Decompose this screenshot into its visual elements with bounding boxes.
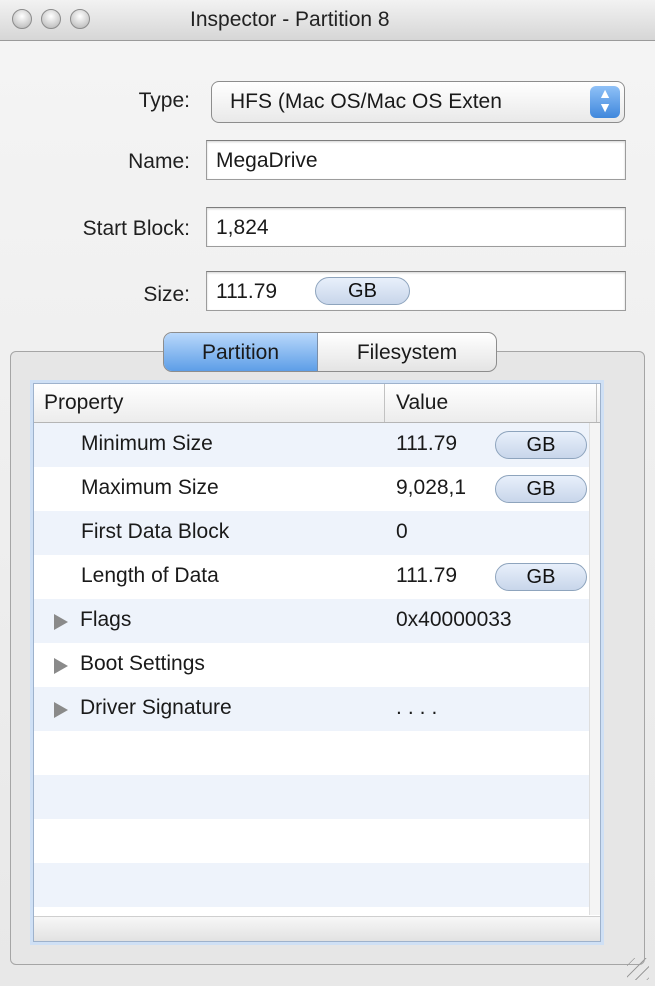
table-row[interactable]: First Data Block 0 <box>34 511 600 555</box>
table-row[interactable]: Maximum Size 9,028,1 GB <box>34 467 600 511</box>
table-row[interactable]: Length of Data 111.79 GB <box>34 555 600 599</box>
start-block-label: Start Block: <box>82 217 190 240</box>
empty-row <box>34 731 600 775</box>
empty-row <box>34 863 600 907</box>
table-row[interactable]: Flags 0x40000033 <box>34 599 600 643</box>
column-divider[interactable] <box>596 384 597 422</box>
minimize-button-icon[interactable] <box>41 9 61 29</box>
name-field[interactable]: MegaDrive <box>206 140 626 180</box>
start-block-field[interactable]: 1,824 <box>206 207 626 247</box>
empty-row <box>34 819 600 863</box>
unit-button[interactable]: GB <box>495 431 587 459</box>
unit-button[interactable]: GB <box>495 475 587 503</box>
disclosure-triangle-icon[interactable] <box>54 614 68 630</box>
type-label: Type: <box>138 89 190 112</box>
disclosure-triangle-icon[interactable] <box>54 702 68 718</box>
unit-button[interactable]: GB <box>495 563 587 591</box>
value-cell: 9,028,1 <box>396 476 467 499</box>
column-header-property[interactable]: Property <box>44 391 123 415</box>
window-title: Inspector - Partition 8 <box>190 8 390 31</box>
tab-partition[interactable]: Partition <box>164 333 318 371</box>
title-bar[interactable]: Inspector - Partition 8 <box>0 0 655 41</box>
start-block-field-value: 1,824 <box>216 216 269 239</box>
value-cell: 111.79 <box>396 432 458 455</box>
property-cell: Flags <box>80 608 132 631</box>
property-cell: Boot Settings <box>80 652 205 675</box>
popup-arrows-icon: ▲ ▼ <box>590 86 620 118</box>
size-unit-button[interactable]: GB <box>315 277 410 305</box>
vertical-scrollbar[interactable] <box>589 423 600 915</box>
resize-grip-icon[interactable] <box>627 958 649 980</box>
value-cell: 111.79 <box>396 564 458 587</box>
size-label: Size: <box>143 283 190 306</box>
size-field-value: 111.79 <box>216 280 278 303</box>
value-cell: 0 <box>396 520 408 543</box>
disclosure-triangle-icon[interactable] <box>54 658 68 674</box>
value-cell: 0x40000033 <box>396 608 512 631</box>
property-cell: Length of Data <box>81 564 219 587</box>
type-popup[interactable]: HFS (Mac OS/Mac OS Exten ▲ ▼ <box>211 81 625 123</box>
value-cell: .... <box>396 696 444 719</box>
property-cell: Maximum Size <box>81 476 219 499</box>
size-field[interactable]: 111.79 GB <box>206 271 626 311</box>
close-button-icon[interactable] <box>12 9 32 29</box>
name-field-value: MegaDrive <box>216 149 318 172</box>
empty-row <box>34 775 600 819</box>
table-row[interactable]: Minimum Size 111.79 GB <box>34 423 600 467</box>
type-popup-value: HFS (Mac OS/Mac OS Exten <box>230 90 502 113</box>
table-row[interactable]: Driver Signature .... <box>34 687 600 731</box>
property-cell: Minimum Size <box>81 432 213 455</box>
table-header: Property Value <box>34 384 600 423</box>
zoom-button-icon[interactable] <box>70 9 90 29</box>
properties-table: Property Value Minimum Size 111.79 GB Ma… <box>33 383 601 942</box>
name-label: Name: <box>128 150 190 173</box>
tab-filesystem[interactable]: Filesystem <box>318 333 496 371</box>
table-row[interactable]: Boot Settings <box>34 643 600 687</box>
property-cell: Driver Signature <box>80 696 232 719</box>
horizontal-scrollbar[interactable] <box>34 916 600 941</box>
tab-bar: Partition Filesystem <box>163 332 497 372</box>
column-divider[interactable] <box>384 384 385 422</box>
property-cell: First Data Block <box>81 520 230 543</box>
column-header-value[interactable]: Value <box>396 391 448 415</box>
